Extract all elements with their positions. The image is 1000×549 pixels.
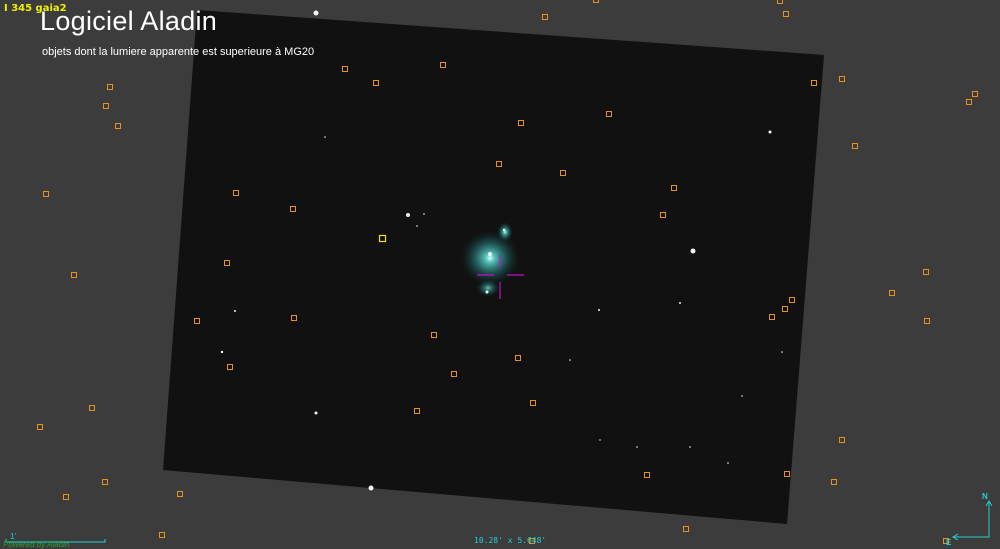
compass-north-label: N: [982, 492, 988, 501]
page-title: Logiciel Aladin: [40, 6, 218, 36]
catalog-source-marker-icon[interactable]: [683, 526, 689, 532]
catalog-source-marker-icon[interactable]: [839, 437, 845, 443]
catalog-source-marker-icon[interactable]: [777, 0, 783, 4]
catalog-source-marker-icon[interactable]: [972, 91, 978, 97]
catalog-source-marker-icon[interactable]: [43, 191, 49, 197]
star: [313, 10, 319, 16]
catalog-source-marker-icon[interactable]: [542, 14, 548, 20]
star: [485, 290, 489, 294]
catalog-source-marker-icon[interactable]: [107, 84, 113, 90]
star: [679, 302, 681, 304]
catalog-source-marker-icon[interactable]: [63, 494, 69, 500]
catalog-source-marker-icon[interactable]: [924, 318, 930, 324]
star: [502, 228, 506, 232]
star: [220, 350, 224, 354]
star: [636, 446, 638, 448]
sky-view[interactable]: [0, 0, 1000, 549]
catalog-source-marker-icon[interactable]: [115, 123, 121, 129]
catalog-source-marker-icon[interactable]: [103, 103, 109, 109]
subtitle: objets dont la lumiere apparente est sup…: [42, 46, 315, 58]
star: [727, 462, 729, 464]
star: [488, 252, 492, 256]
star: [599, 439, 601, 441]
star: [234, 310, 236, 312]
star: [314, 411, 318, 415]
star: [416, 225, 418, 227]
catalog-source-marker-icon[interactable]: [102, 479, 108, 485]
powered-by-label: Powered by Aladin: [3, 540, 70, 549]
star: [690, 248, 696, 254]
star: [569, 359, 571, 361]
star: [768, 130, 772, 134]
catalog-source-marker-icon[interactable]: [966, 99, 972, 105]
catalog-source-marker-icon[interactable]: [89, 405, 95, 411]
star: [406, 213, 410, 217]
star: [598, 309, 600, 311]
catalog-source-marker-icon[interactable]: [831, 479, 837, 485]
catalog-source-marker-icon[interactable]: [923, 269, 929, 275]
compass-icon: [952, 500, 993, 541]
catalog-source-marker-icon[interactable]: [889, 290, 895, 296]
catalog-source-marker-icon[interactable]: [37, 424, 43, 430]
star: [324, 136, 326, 138]
field-of-view-readout: 10.28' x 5.648': [474, 536, 547, 545]
catalog-source-marker-icon[interactable]: [852, 143, 858, 149]
catalog-source-marker-icon[interactable]: [71, 272, 77, 278]
star: [781, 351, 783, 353]
catalog-source-marker-icon[interactable]: [783, 11, 789, 17]
star: [423, 213, 425, 215]
star: [741, 395, 743, 397]
catalog-source-marker-icon[interactable]: [159, 532, 165, 538]
catalog-source-marker-icon[interactable]: [177, 491, 183, 497]
star: [689, 446, 691, 448]
compass-east-label: E: [946, 538, 952, 547]
star: [368, 485, 374, 491]
catalog-source-marker-icon[interactable]: [593, 0, 599, 3]
catalog-source-marker-icon[interactable]: [839, 76, 845, 82]
